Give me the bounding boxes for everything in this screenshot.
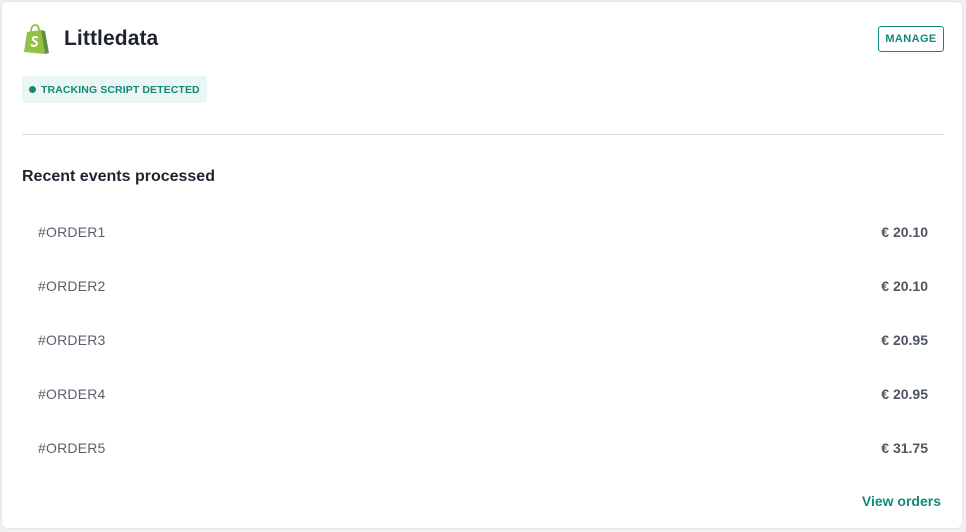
event-row: #ORDER4 € 20.95 bbox=[22, 368, 944, 422]
card-header: Littledata MANAGE bbox=[22, 24, 944, 58]
status-badge-label: TRACKING SCRIPT DETECTED bbox=[41, 83, 200, 96]
event-amount: € 20.95 bbox=[881, 332, 928, 348]
view-orders-link[interactable]: View orders bbox=[862, 493, 941, 509]
status-badge: TRACKING SCRIPT DETECTED bbox=[22, 76, 207, 103]
event-order-id: #ORDER5 bbox=[38, 440, 106, 456]
event-row: #ORDER2 € 20.10 bbox=[22, 260, 944, 314]
section-title: Recent events processed bbox=[22, 168, 215, 185]
status-dot-icon bbox=[29, 86, 36, 93]
events-list: #ORDER1 € 20.10 #ORDER2 € 20.10 #ORDER3 … bbox=[22, 206, 944, 476]
integration-card: Littledata MANAGE TRACKING SCRIPT DETECT… bbox=[1, 1, 963, 529]
event-amount: € 31.75 bbox=[881, 440, 928, 456]
event-order-id: #ORDER2 bbox=[38, 278, 106, 294]
manage-button[interactable]: MANAGE bbox=[878, 26, 944, 52]
event-order-id: #ORDER4 bbox=[38, 386, 106, 402]
event-amount: € 20.10 bbox=[881, 224, 928, 240]
event-row: #ORDER3 € 20.95 bbox=[22, 314, 944, 368]
event-row: #ORDER5 € 31.75 bbox=[22, 422, 944, 476]
shopify-bag-icon bbox=[24, 24, 49, 54]
brand-title: Littledata bbox=[64, 27, 159, 50]
event-row: #ORDER1 € 20.10 bbox=[22, 206, 944, 260]
event-amount: € 20.10 bbox=[881, 278, 928, 294]
event-amount: € 20.95 bbox=[881, 386, 928, 402]
event-order-id: #ORDER1 bbox=[38, 224, 106, 240]
divider bbox=[22, 134, 944, 135]
event-order-id: #ORDER3 bbox=[38, 332, 106, 348]
